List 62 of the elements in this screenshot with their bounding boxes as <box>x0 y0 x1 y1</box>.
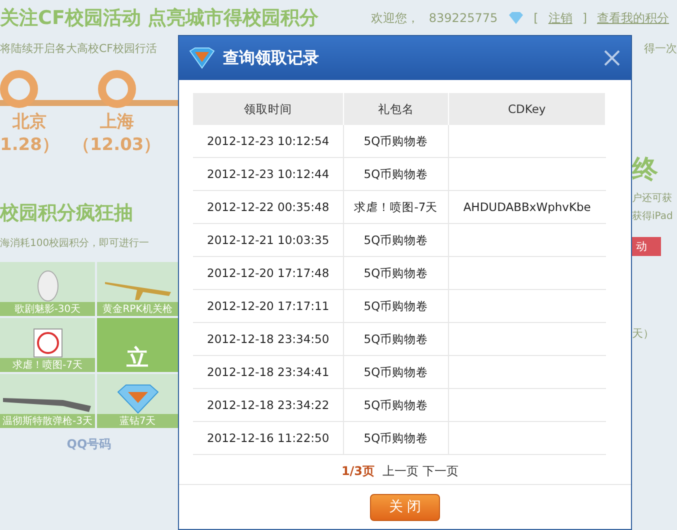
gift-cell: 5Q币购物卷 <box>344 388 448 422</box>
cdkey-cell: AHDUDABBxWphvKbe <box>448 190 606 224</box>
close-icon <box>603 49 621 67</box>
gift-cell: 5Q币购物卷 <box>344 422 448 454</box>
intro-text: 将陆续开启各大高校CF校园行活 <box>0 40 158 56</box>
time-cell: 2012-12-23 10:12:54 <box>193 125 344 158</box>
section-text: 获得iPad <box>632 210 673 223</box>
gift-cell: 5Q币购物卷 <box>344 290 448 322</box>
city-date: （12.03） <box>72 134 161 156</box>
page-title: 关注CF校园活动 点亮城市得校园积分 <box>0 6 319 31</box>
column-header: 礼包名 <box>344 93 448 125</box>
time-cell: 2012-12-20 17:17:11 <box>193 290 344 322</box>
time-cell: 2012-12-18 23:34:22 <box>193 388 344 422</box>
gift-cell: 求虐！喷图-7天 <box>344 190 448 224</box>
column-header: 领取时间 <box>193 93 344 125</box>
prize-label: 黄金RPK机关枪 <box>97 302 178 316</box>
diamond-badge-icon <box>508 11 524 25</box>
prize-label: 蓝钻7天 <box>97 414 178 428</box>
dialog-title: 查询领取记录 <box>223 48 319 68</box>
gift-cell: 5Q币购物卷 <box>344 125 448 158</box>
prize-note: 天） <box>632 326 654 341</box>
time-cell: 2012-12-22 00:35:48 <box>193 190 344 224</box>
gift-cell: 5Q币购物卷 <box>344 256 448 290</box>
city-name: 上海 <box>100 111 134 133</box>
draw-button[interactable]: 立 <box>97 318 178 372</box>
time-cell: 2012-12-16 11:22:50 <box>193 422 344 454</box>
time-cell: 2012-12-18 23:34:41 <box>193 356 344 388</box>
user-id: 839225775 <box>428 11 498 25</box>
prev-page-link[interactable]: 上一页 <box>382 463 419 480</box>
bracket-text: ] <box>582 11 587 25</box>
prize-label: 歌剧魅影-30天 <box>0 302 95 316</box>
bracket-text: [ <box>534 11 538 25</box>
next-page-link[interactable]: 下一页 <box>422 463 459 480</box>
my-points-link[interactable]: 查看我的积分 <box>597 10 669 26</box>
diamond-icon <box>116 384 160 414</box>
gift-cell: 5Q币购物卷 <box>344 224 448 256</box>
ribbon-tag: 动 <box>632 237 661 256</box>
prize-label: 求虐！喷图-7天 <box>0 358 95 372</box>
intro-text: 得一次 <box>644 40 677 56</box>
time-cell: 2012-12-21 10:03:35 <box>193 224 344 256</box>
column-header: CDKey <box>448 93 606 125</box>
gift-cell: 5Q币购物卷 <box>344 356 448 388</box>
gift-cell: 5Q币购物卷 <box>344 322 448 356</box>
sticker-icon <box>32 328 62 358</box>
close-button[interactable] <box>603 49 621 67</box>
time-cell: 2012-12-18 23:34:50 <box>193 322 344 356</box>
gift-cell: 5Q币购物卷 <box>344 158 448 190</box>
section-text: 户还可获 <box>632 192 672 205</box>
logout-link[interactable]: 注销 <box>548 10 572 26</box>
time-cell: 2012-12-20 17:17:48 <box>193 256 344 290</box>
time-cell: 2012-12-23 10:12:44 <box>193 158 344 190</box>
prize-label: 温彻斯特散弹枪-3天 <box>0 414 95 428</box>
section-heading: 终 <box>632 154 658 187</box>
welcome-text: 欢迎您， <box>370 10 419 26</box>
city-date: 1.28） <box>0 134 59 156</box>
page-indicator: 1/3页 <box>341 463 375 480</box>
close-dialog-button[interactable]: 关 闭 <box>370 494 440 520</box>
city-name: 北京 <box>12 111 46 133</box>
lottery-description: 海消耗100校园积分，即可进行一 <box>0 236 150 250</box>
qq-label: QQ号码 <box>66 436 112 453</box>
mask-icon <box>36 270 60 302</box>
shield-logo-icon <box>189 47 215 69</box>
